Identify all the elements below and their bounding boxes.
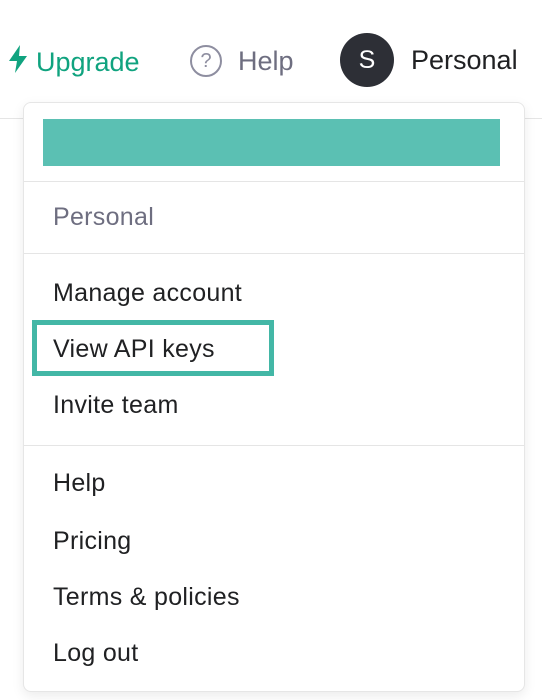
menu-item-help[interactable]: Help — [53, 469, 106, 498]
menu-item-terms-policies[interactable]: Terms & policies — [53, 583, 240, 612]
lightning-bolt-icon — [8, 45, 36, 80]
help-link[interactable]: ? Help — [190, 45, 294, 77]
question-circle-icon: ? — [190, 45, 222, 77]
upgrade-link[interactable]: Upgrade — [8, 45, 140, 80]
menu-divider — [24, 253, 524, 254]
menu-item-pricing[interactable]: Pricing — [53, 527, 132, 556]
organization-label: Personal — [53, 203, 155, 231]
menu-item-log-out[interactable]: Log out — [53, 639, 139, 668]
account-name: Personal — [411, 44, 518, 75]
account-dropdown-menu: Personal Manage account View API keys In… — [23, 102, 525, 692]
menu-item-invite-team[interactable]: Invite team — [53, 391, 179, 420]
upgrade-label: Upgrade — [36, 47, 140, 77]
account-menu-trigger[interactable]: S Personal — [340, 33, 518, 87]
redacted-header-bar — [43, 119, 500, 166]
menu-item-manage-account[interactable]: Manage account — [53, 279, 242, 308]
menu-divider — [24, 445, 524, 446]
help-label: Help — [238, 45, 294, 76]
menu-divider — [24, 181, 524, 182]
menu-item-view-api-keys[interactable]: View API keys — [53, 335, 215, 364]
avatar: S — [340, 33, 394, 87]
